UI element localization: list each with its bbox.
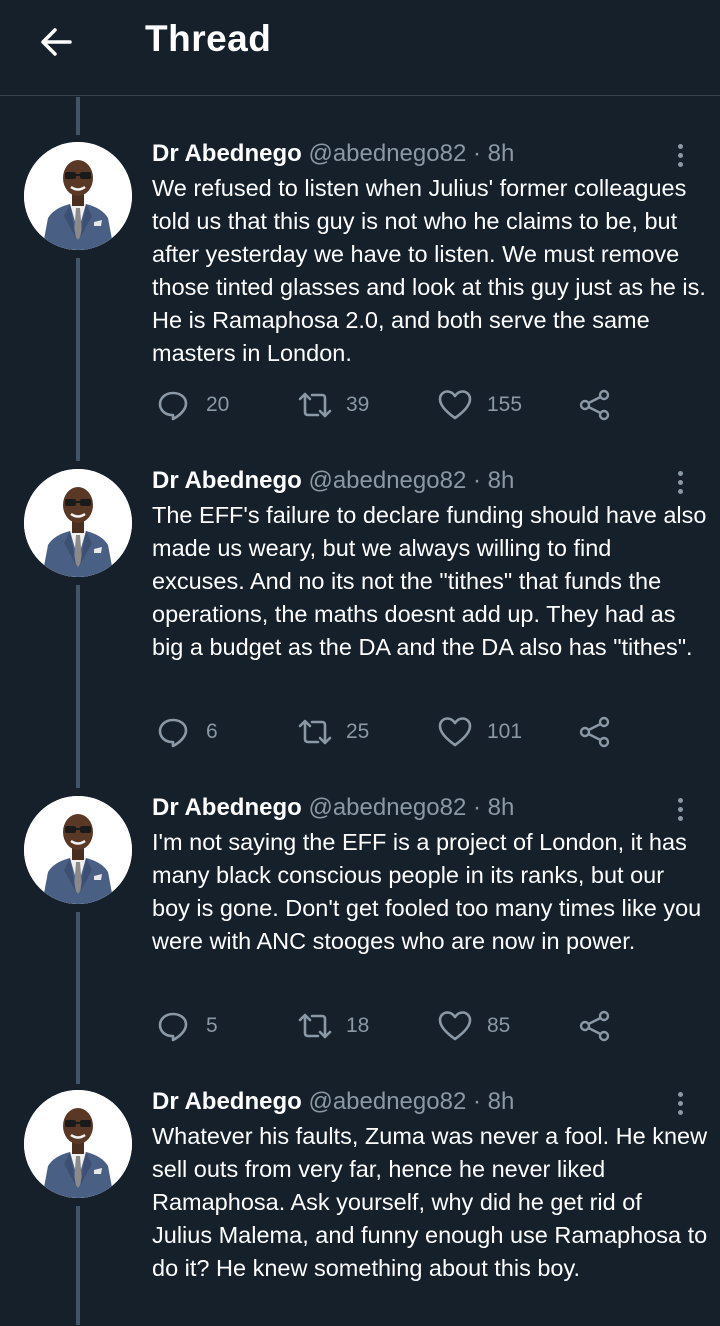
share-icon (579, 389, 610, 421)
separator-dot: · (472, 794, 481, 821)
more-options-button[interactable] (668, 1088, 692, 1118)
share-icon (579, 716, 610, 748)
tweet-header: Dr Abednego @abednego82 · 8h (152, 138, 514, 170)
author-handle[interactable]: @abednego82 (308, 140, 466, 167)
back-button[interactable] (36, 22, 76, 62)
more-dot-icon (677, 488, 683, 494)
more-dot-icon (677, 815, 683, 821)
share-button[interactable] (578, 712, 612, 752)
tweet[interactable]: Dr Abednego @abednego82 · 8h The EFF's f… (0, 465, 720, 772)
reply-icon (158, 391, 188, 421)
timestamp[interactable]: 8h (488, 1088, 515, 1115)
arrow-left-icon (41, 28, 72, 56)
like-button[interactable]: 155 (437, 385, 522, 425)
heart-icon (438, 717, 472, 747)
avatar-image (24, 142, 132, 250)
retweet-icon (298, 1013, 332, 1039)
more-dot-icon (677, 143, 683, 149)
like-button[interactable]: 101 (437, 712, 522, 752)
more-options-button[interactable] (668, 467, 692, 497)
more-dot-icon (677, 1109, 683, 1115)
tweet-actions: 6 25 101 (152, 712, 632, 752)
share-button[interactable] (578, 385, 612, 425)
retweet-button[interactable]: 39 (296, 385, 369, 425)
more-dot-icon (677, 806, 683, 812)
more-dot-icon (677, 1100, 683, 1106)
retweet-icon (298, 392, 332, 418)
tweet[interactable]: Dr Abednego @abednego82 · 8h I'm not say… (0, 792, 720, 1066)
timestamp[interactable]: 8h (488, 467, 515, 494)
timestamp[interactable]: 8h (488, 140, 515, 167)
header-bar: Thread (0, 0, 720, 96)
avatar[interactable] (24, 796, 132, 904)
author-handle[interactable]: @abednego82 (308, 467, 466, 494)
tweet-text: The EFF's failure to declare funding sho… (152, 502, 707, 660)
author-name[interactable]: Dr Abednego (152, 140, 302, 167)
author-handle[interactable]: @abednego82 (308, 1088, 466, 1115)
like-count: 85 (487, 1014, 511, 1037)
avatar[interactable] (24, 142, 132, 250)
retweet-button[interactable]: 18 (296, 1006, 369, 1046)
avatar-image (24, 796, 132, 904)
retweet-icon (298, 719, 332, 745)
like-count: 155 (487, 393, 523, 416)
tweet-actions: 5 18 85 (152, 1006, 632, 1046)
tweet[interactable]: Dr Abednego @abednego82 · 8h Whatever hi… (0, 1086, 720, 1326)
heart-icon (438, 1011, 472, 1041)
author-name[interactable]: Dr Abednego (152, 467, 302, 494)
tweet-text: We refused to listen when Julius' former… (152, 175, 706, 366)
reply-button[interactable]: 20 (156, 385, 229, 425)
retweet-count: 39 (346, 393, 370, 416)
retweet-button[interactable]: 25 (296, 712, 369, 752)
separator-dot: · (472, 140, 481, 167)
reply-icon (158, 1012, 188, 1042)
more-dot-icon (677, 470, 683, 476)
timestamp[interactable]: 8h (488, 794, 515, 821)
tweet-text: I'm not saying the EFF is a project of L… (152, 829, 702, 954)
more-options-button[interactable] (668, 140, 692, 170)
more-dot-icon (677, 1091, 683, 1097)
reply-button[interactable]: 5 (156, 1006, 218, 1046)
tweet-text: Whatever his faults, Zuma was never a fo… (152, 1123, 708, 1281)
page-title: Thread (145, 18, 272, 59)
reply-count: 20 (206, 393, 230, 416)
tweet[interactable]: Dr Abednego @abednego82 · 8h We refused … (0, 138, 720, 445)
author-name[interactable]: Dr Abednego (152, 794, 302, 821)
heart-icon (438, 390, 472, 420)
tweet-header: Dr Abednego @abednego82 · 8h (152, 792, 514, 824)
like-button[interactable]: 85 (437, 1006, 510, 1046)
like-count: 101 (487, 720, 523, 743)
share-button[interactable] (578, 1006, 612, 1046)
separator-dot: · (472, 1088, 481, 1115)
tweet-actions: 20 39 155 (152, 385, 632, 425)
avatar[interactable] (24, 1090, 132, 1198)
tweet-header: Dr Abednego @abednego82 · 8h (152, 1086, 514, 1118)
reply-count: 5 (206, 1014, 218, 1037)
more-dot-icon (677, 161, 683, 167)
reply-button[interactable]: 6 (156, 712, 218, 752)
retweet-count: 18 (346, 1014, 370, 1037)
more-options-button[interactable] (668, 794, 692, 824)
avatar-image (24, 469, 132, 577)
retweet-count: 25 (346, 720, 370, 743)
avatar[interactable] (24, 469, 132, 577)
reply-count: 6 (206, 720, 218, 743)
more-dot-icon (677, 479, 683, 485)
tweet-header: Dr Abednego @abednego82 · 8h (152, 465, 514, 497)
separator-dot: · (472, 467, 481, 494)
author-handle[interactable]: @abednego82 (308, 794, 466, 821)
thread-line (76, 97, 80, 135)
more-dot-icon (677, 797, 683, 803)
author-name[interactable]: Dr Abednego (152, 1088, 302, 1115)
reply-icon (158, 718, 188, 748)
more-dot-icon (677, 152, 683, 158)
share-icon (579, 1010, 610, 1042)
avatar-image (24, 1090, 132, 1198)
